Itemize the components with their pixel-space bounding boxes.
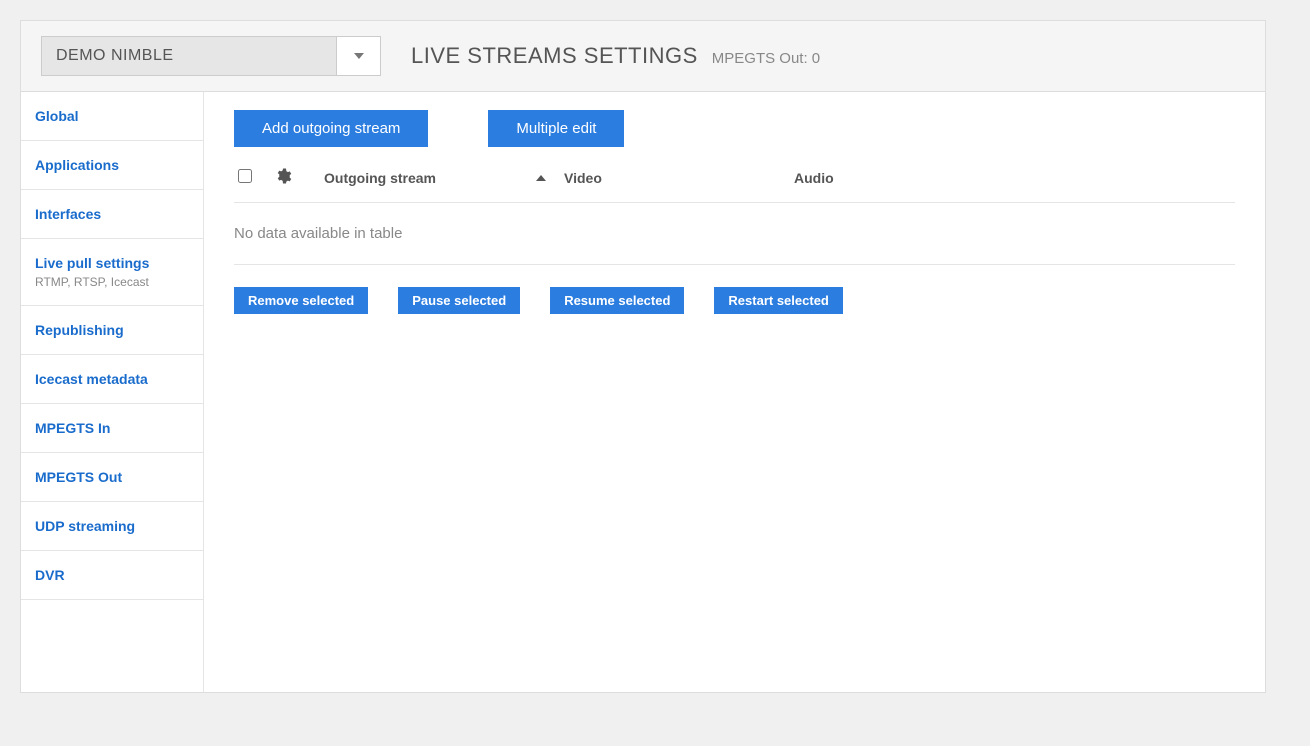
sidebar-item-label: Interfaces: [35, 206, 189, 222]
sidebar-item-label: DVR: [35, 567, 189, 583]
page-title: LIVE STREAMS SETTINGS: [411, 43, 698, 69]
gear-icon: [274, 167, 292, 188]
sidebar-item-label: MPEGTS Out: [35, 469, 189, 485]
col-outgoing-label: Outgoing stream: [324, 170, 436, 186]
col-outgoing-stream[interactable]: Outgoing stream: [324, 170, 564, 186]
server-dropdown[interactable]: DEMO NIMBLE: [41, 36, 381, 76]
settings-panel: DEMO NIMBLE LIVE STREAMS SETTINGS MPEGTS…: [20, 20, 1266, 693]
sidebar: Global Applications Interfaces Live pull…: [21, 92, 204, 692]
sidebar-item-label: Applications: [35, 157, 189, 173]
col-checkbox: [234, 169, 274, 186]
sort-asc-icon: [536, 175, 546, 181]
sidebar-item-label: UDP streaming: [35, 518, 189, 534]
col-audio[interactable]: Audio: [794, 170, 1235, 186]
col-audio-label: Audio: [794, 170, 834, 186]
col-video-label: Video: [564, 170, 602, 186]
sidebar-item-udp-streaming[interactable]: UDP streaming: [21, 502, 203, 551]
panel-header: DEMO NIMBLE LIVE STREAMS SETTINGS MPEGTS…: [21, 21, 1265, 92]
sidebar-item-label: Live pull settings: [35, 255, 189, 271]
top-buttons: Add outgoing stream Multiple edit: [234, 110, 1235, 147]
sidebar-item-global[interactable]: Global: [21, 92, 203, 141]
col-video[interactable]: Video: [564, 170, 794, 186]
sidebar-item-icecast-metadata[interactable]: Icecast metadata: [21, 355, 203, 404]
sidebar-item-applications[interactable]: Applications: [21, 141, 203, 190]
add-outgoing-stream-button[interactable]: Add outgoing stream: [234, 110, 428, 147]
sidebar-item-mpegts-out[interactable]: MPEGTS Out: [21, 453, 203, 502]
table-empty-message: No data available in table: [234, 203, 1235, 265]
select-all-checkbox[interactable]: [238, 169, 252, 183]
resume-selected-button[interactable]: Resume selected: [550, 287, 684, 314]
pause-selected-button[interactable]: Pause selected: [398, 287, 520, 314]
action-row: Remove selected Pause selected Resume se…: [234, 287, 1235, 314]
sidebar-item-label: Global: [35, 108, 189, 124]
sidebar-item-label: Republishing: [35, 322, 189, 338]
remove-selected-button[interactable]: Remove selected: [234, 287, 368, 314]
server-dropdown-label: DEMO NIMBLE: [42, 37, 336, 75]
title-wrap: LIVE STREAMS SETTINGS MPEGTS Out: 0: [411, 43, 820, 69]
sidebar-item-interfaces[interactable]: Interfaces: [21, 190, 203, 239]
multiple-edit-button[interactable]: Multiple edit: [488, 110, 624, 147]
sidebar-item-live-pull[interactable]: Live pull settings RTMP, RTSP, Icecast: [21, 239, 203, 306]
sidebar-item-label: Icecast metadata: [35, 371, 189, 387]
main-content: Add outgoing stream Multiple edit Outgoi…: [204, 92, 1265, 692]
sidebar-item-mpegts-in[interactable]: MPEGTS In: [21, 404, 203, 453]
sidebar-item-label: MPEGTS In: [35, 420, 189, 436]
page-subtitle: MPEGTS Out: 0: [712, 50, 820, 67]
sidebar-item-dvr[interactable]: DVR: [21, 551, 203, 600]
restart-selected-button[interactable]: Restart selected: [714, 287, 842, 314]
table-header: Outgoing stream Video Audio: [234, 159, 1235, 203]
col-settings: [274, 167, 324, 188]
sidebar-item-republishing[interactable]: Republishing: [21, 306, 203, 355]
chevron-down-icon: [336, 37, 380, 75]
panel-body: Global Applications Interfaces Live pull…: [21, 92, 1265, 692]
sidebar-item-sublabel: RTMP, RTSP, Icecast: [35, 275, 189, 289]
